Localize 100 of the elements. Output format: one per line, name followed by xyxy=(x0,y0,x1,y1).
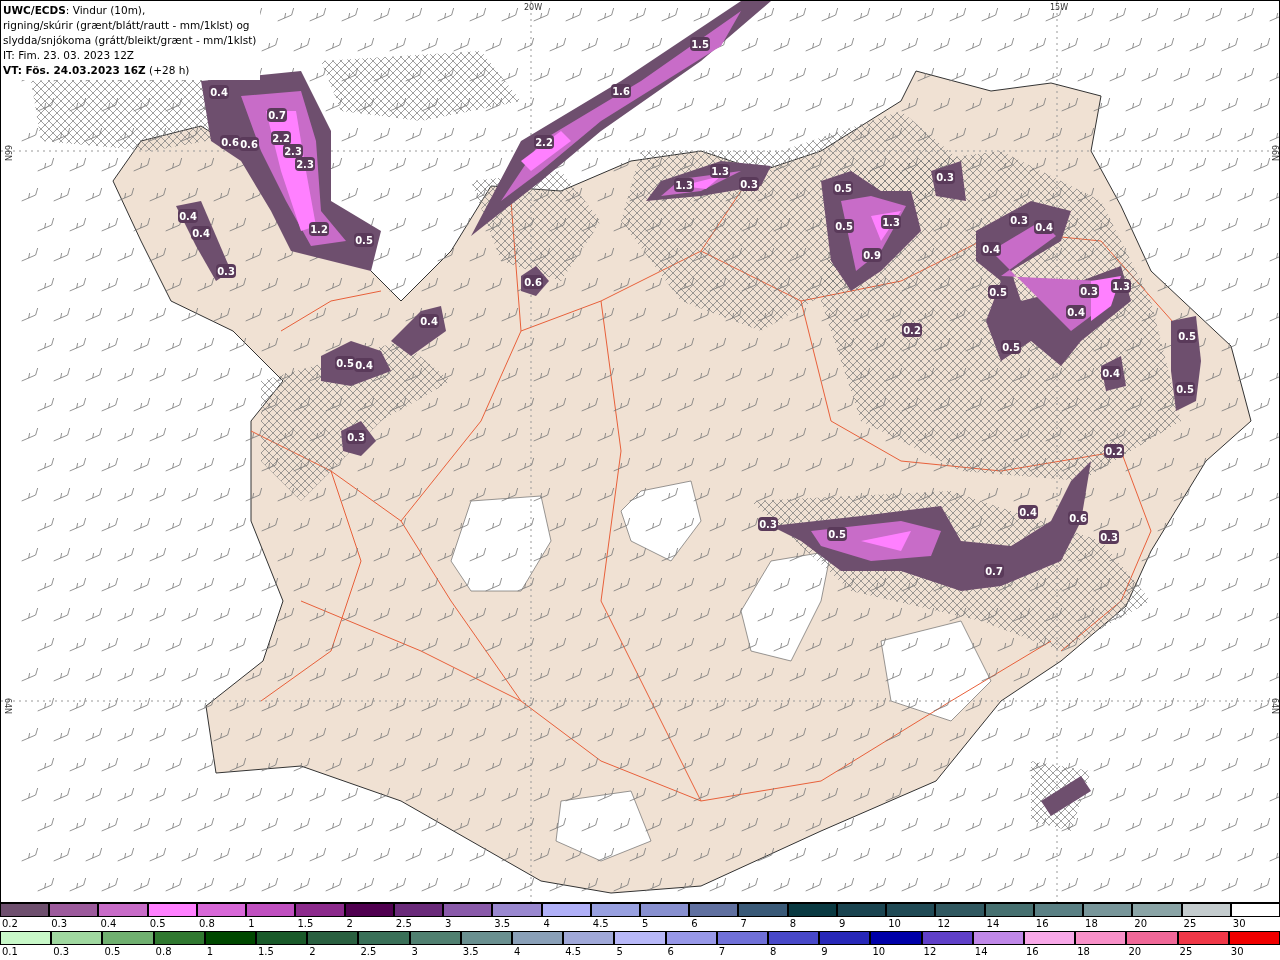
legend-label: 20 xyxy=(1133,917,1149,931)
value-label: 0.3 xyxy=(935,170,955,184)
value-label: 0.6 xyxy=(239,137,259,151)
legend-label: 0.5 xyxy=(103,945,122,959)
value-label: 0.9 xyxy=(862,248,882,262)
value-label: 1.5 xyxy=(690,37,710,51)
value-label: 0.4 xyxy=(981,242,1001,256)
legend-label: 3.5 xyxy=(461,945,480,959)
legend-label: 5 xyxy=(615,945,624,959)
legend-label: 10 xyxy=(871,945,887,959)
legend-label: 9 xyxy=(837,917,847,931)
grid-label: 66N xyxy=(2,144,12,162)
value-label: 0.5 xyxy=(1177,329,1197,343)
value-label: 0.5 xyxy=(335,356,355,370)
value-label: 0.5 xyxy=(1001,340,1021,354)
value-label: 0.5 xyxy=(827,527,847,541)
info-line: slydda/snjókoma (grátt/bleikt/grænt - mm/1klst) xyxy=(3,33,257,48)
legend-label: 2.5 xyxy=(394,917,413,931)
value-label: 0.3 xyxy=(739,177,759,191)
value-label: 0.6 xyxy=(1068,511,1088,525)
value-label: 0.5 xyxy=(834,219,854,233)
value-label: 0.3 xyxy=(216,264,236,278)
legend-label: 4.5 xyxy=(564,945,583,959)
value-label: 0.4 xyxy=(1018,505,1038,519)
legend-label: 16 xyxy=(1025,945,1040,959)
legend-label: 30 xyxy=(1229,945,1245,959)
info-line: UWC/ECDS: Vindur (10m), xyxy=(3,3,147,18)
legend-label: 10 xyxy=(887,917,902,931)
legend-label: 0.3 xyxy=(50,917,69,931)
legend-label: 7 xyxy=(739,917,748,931)
value-label: 0.6 xyxy=(220,135,240,149)
legend-label: 12 xyxy=(922,945,938,959)
legend-label: 18 xyxy=(1084,917,1099,931)
value-label: 0.5 xyxy=(988,285,1008,299)
precipitation-area xyxy=(1041,776,1091,816)
value-label: 0.4 xyxy=(178,209,198,223)
legend-label: 1 xyxy=(205,945,215,959)
legend-label: 2.5 xyxy=(359,945,378,959)
legend-label: 4 xyxy=(513,945,522,959)
legend-label: 25 xyxy=(1178,945,1194,959)
value-label: 0.3 xyxy=(1079,284,1099,298)
value-label: 1.6 xyxy=(611,84,631,98)
legend-label: 4.5 xyxy=(591,917,610,931)
info-line: IT: Fim. 23. 03. 2023 12Z xyxy=(3,48,135,63)
legend-label: 4 xyxy=(542,917,551,931)
value-label: 0.5 xyxy=(1175,382,1195,396)
legend-label: 3.5 xyxy=(493,917,512,931)
grid-label: 66N xyxy=(1269,144,1279,162)
legend-label: 8 xyxy=(769,945,778,959)
legend-label: 18 xyxy=(1076,945,1091,959)
legend-label: 2 xyxy=(345,917,354,931)
legend-label: 7 xyxy=(717,945,727,959)
heavy-precipitation-area xyxy=(861,531,911,551)
value-label: 0.4 xyxy=(354,358,374,372)
value-label: 0.3 xyxy=(1099,530,1119,544)
value-label: 0.7 xyxy=(267,108,287,122)
value-label: 2.3 xyxy=(295,157,315,171)
legend-label: 2 xyxy=(308,945,317,959)
grid-label: 64N xyxy=(2,697,12,715)
value-label: 0.3 xyxy=(346,430,366,444)
legend-label: 0.1 xyxy=(1,945,19,959)
legend-label: 0.8 xyxy=(154,945,173,959)
value-label: 0.2 xyxy=(1104,444,1124,458)
legend-label: 14 xyxy=(973,945,989,959)
value-label: 0.4 xyxy=(1066,305,1086,319)
value-label: 1.3 xyxy=(881,215,901,229)
legend-label: 8 xyxy=(788,917,798,931)
grid-label: 64N xyxy=(1269,697,1279,715)
info-line: VT: Fös. 24.03.2023 16Z (+28 h) xyxy=(3,63,191,78)
legend-label: 5 xyxy=(641,917,650,931)
legend-label: 0.8 xyxy=(197,917,216,931)
value-label: 0.5 xyxy=(354,233,374,247)
legend-label: 16 xyxy=(1034,917,1050,931)
value-label: 0.2 xyxy=(902,323,922,337)
value-label: 0.7 xyxy=(984,564,1004,578)
value-label: 0.3 xyxy=(758,517,778,531)
legend-label: 6 xyxy=(666,945,675,959)
value-label: 0.4 xyxy=(419,314,439,328)
legend-label: 0.2 xyxy=(1,917,19,931)
value-label: 2.3 xyxy=(283,144,303,158)
value-label: 0.3 xyxy=(1009,213,1029,227)
value-label: 1.3 xyxy=(674,178,694,192)
value-label: 2.2 xyxy=(534,135,554,149)
grid-label: 20W xyxy=(523,2,543,12)
value-label: 1.3 xyxy=(1111,279,1131,293)
legend-label: 3 xyxy=(410,945,419,959)
value-label: 0.4 xyxy=(1034,220,1054,234)
value-label: 0.4 xyxy=(191,226,211,240)
legend-label: 1 xyxy=(247,917,256,931)
legend-label: 1.5 xyxy=(296,917,315,931)
grid-label: 15W xyxy=(1049,2,1069,12)
legend-label: 12 xyxy=(936,917,952,931)
value-label: 0.4 xyxy=(209,85,229,99)
legend-label: 3 xyxy=(444,917,453,931)
info-line: rigning/skúrir (grænt/blátt/rautt - mm/1klst) og xyxy=(3,18,251,33)
legend-label: 20 xyxy=(1127,945,1143,959)
legend-label: 0.5 xyxy=(148,917,167,931)
legend-label: 14 xyxy=(985,917,1001,931)
value-label: 2.2 xyxy=(271,131,291,145)
value-label: 0.5 xyxy=(833,181,853,195)
